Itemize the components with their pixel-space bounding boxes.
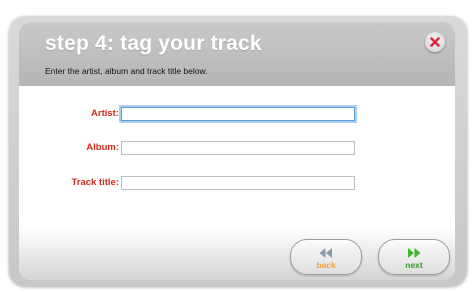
dialog-header: step 4: tag your track Enter the artist,…	[19, 22, 455, 86]
next-button[interactable]: next	[378, 239, 450, 275]
back-label: back	[316, 260, 336, 270]
double-chevron-left-icon	[319, 248, 332, 258]
album-input[interactable]	[121, 141, 355, 155]
artist-row: Artist:	[19, 107, 455, 121]
next-label: next	[405, 260, 423, 270]
album-row: Album:	[19, 141, 455, 155]
close-icon	[430, 37, 440, 47]
track-title-label: Track title:	[71, 177, 119, 188]
dialog-title: step 4: tag your track	[45, 32, 262, 55]
artist-input[interactable]	[121, 107, 355, 121]
album-label: Album:	[86, 142, 119, 153]
double-chevron-right-icon	[408, 248, 421, 258]
close-button[interactable]	[425, 32, 445, 52]
dialog-instructions: Enter the artist, album and track title …	[45, 66, 208, 76]
artist-label: Artist:	[91, 108, 119, 119]
back-button[interactable]: back	[290, 239, 362, 275]
track-title-row: Track title:	[19, 176, 455, 190]
track-title-input[interactable]	[121, 176, 355, 190]
